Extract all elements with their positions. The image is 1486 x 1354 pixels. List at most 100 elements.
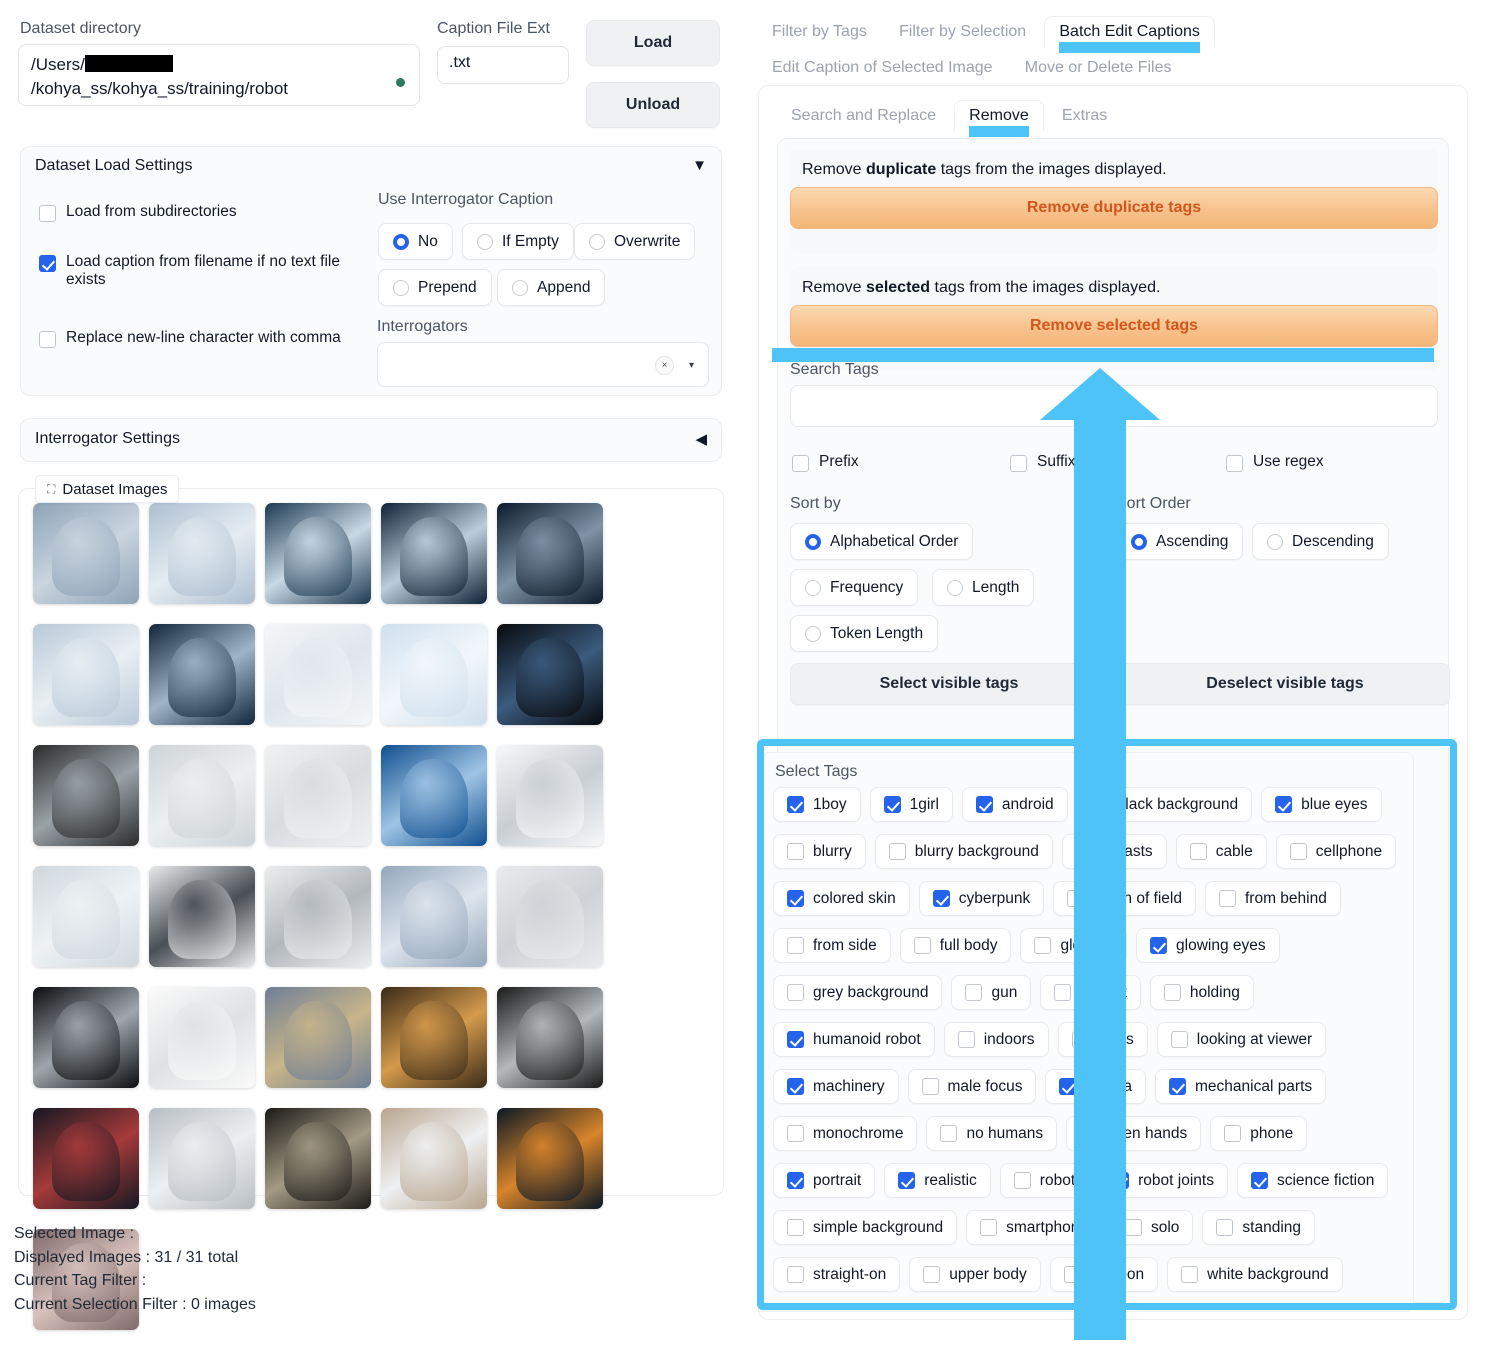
dataset-directory-input[interactable]: /Users//kohya_ss/kohya_ss/training/robot: [18, 44, 420, 106]
thumbnail-robot-thinking-pose[interactable]: [33, 624, 139, 725]
tag-checkbox-depth-of-field[interactable]: depth of field: [1053, 881, 1196, 916]
tag-checkbox-android[interactable]: android: [962, 787, 1068, 822]
thumbnail-robot-head-profile-hud[interactable]: [381, 503, 487, 604]
thumbnail-robot-medusa-wires[interactable]: [33, 987, 139, 1088]
tab-filter-by-tags[interactable]: Filter by Tags: [758, 17, 881, 47]
thumbnail-robot-white-arm-out[interactable]: [149, 987, 255, 1088]
tag-checkbox-male-focus[interactable]: male focus: [908, 1069, 1037, 1104]
radio-token-length[interactable]: Token Length: [790, 615, 938, 652]
tag-checkbox-cyberpunk[interactable]: cyberpunk: [919, 881, 1045, 916]
thumbnail-robot-blue-dark[interactable]: [497, 624, 603, 725]
interrogators-select[interactable]: × ▾: [377, 342, 709, 387]
chevron-down-icon[interactable]: ▼: [692, 157, 707, 174]
tag-checkbox-weapon[interactable]: weapon: [1050, 1257, 1158, 1292]
tab-search-and-replace[interactable]: Search and Replace: [777, 101, 950, 131]
checkbox-load-from-subdirectories[interactable]: Load from subdirectories: [39, 203, 379, 222]
checkbox-suffix[interactable]: Suffix: [1010, 453, 1076, 472]
radio-overwrite[interactable]: Overwrite: [574, 223, 695, 260]
close-icon[interactable]: ×: [655, 356, 674, 375]
thumbnail-small-white-robot[interactable]: [265, 624, 371, 725]
thumbnail-mecha-street-gold[interactable]: [265, 987, 371, 1088]
tag-checkbox-no-humans[interactable]: no humans: [926, 1116, 1057, 1151]
thumbnail-robot-bald-head-wires[interactable]: [265, 866, 371, 967]
tab-extras[interactable]: Extras: [1048, 101, 1121, 131]
tag-checkbox-science-fiction[interactable]: science fiction: [1237, 1163, 1388, 1198]
thumbnail-robots-walking-white[interactable]: [265, 745, 371, 846]
tag-checkbox-colored-skin[interactable]: colored skin: [773, 881, 910, 916]
checkbox-replace-newline-with-comma[interactable]: Replace new-line character with comma: [39, 329, 379, 348]
interrogator-settings-panel[interactable]: Interrogator Settings ◀: [20, 418, 722, 462]
thumbnail-robot-full-body-standing[interactable]: [497, 745, 603, 846]
radio-no[interactable]: No: [378, 223, 453, 260]
tag-checkbox-from-behind[interactable]: from behind: [1205, 881, 1341, 916]
caption-file-ext-input[interactable]: .txt: [437, 46, 569, 84]
tag-checkbox-cellphone[interactable]: cellphone: [1276, 834, 1396, 869]
radio-length[interactable]: Length: [932, 569, 1034, 606]
tag-checkbox-robot[interactable]: robot: [1000, 1163, 1089, 1198]
tag-checkbox-blue-eyes[interactable]: blue eyes: [1261, 787, 1381, 822]
chevron-down-icon[interactable]: ▾: [689, 360, 694, 371]
radio-if-empty[interactable]: If Empty: [462, 223, 574, 260]
remove-duplicate-tags-button[interactable]: Remove duplicate tags: [790, 187, 1438, 229]
tag-checkbox-full-body[interactable]: full body: [900, 928, 1012, 963]
tag-checkbox-from-side[interactable]: from side: [773, 928, 891, 963]
thumbnail-robot-office-window[interactable]: [149, 503, 255, 604]
tab-edit-caption-of-selected-image[interactable]: Edit Caption of Selected Image: [758, 53, 1007, 83]
thumbnail-robot-head-closeup-blue[interactable]: [381, 866, 487, 967]
thumbnail-robot-neck-wires[interactable]: [149, 866, 255, 967]
tag-checkbox-standing[interactable]: standing: [1202, 1210, 1315, 1245]
tag-checkbox-breasts[interactable]: breasts: [1062, 834, 1167, 869]
search-tags-input[interactable]: [790, 385, 1438, 427]
radio-descending[interactable]: Descending: [1252, 523, 1389, 560]
thumbnail-robot-skeleton-legs[interactable]: [497, 866, 603, 967]
tag-checkbox-grey-background[interactable]: grey background: [773, 975, 942, 1010]
tag-checkbox-glowing-eyes[interactable]: glowing eyes: [1136, 928, 1280, 963]
tag-checkbox-portrait[interactable]: portrait: [773, 1163, 875, 1198]
tab-batch-edit-captions[interactable]: Batch Edit Captions: [1044, 16, 1215, 47]
remove-selected-tags-button[interactable]: Remove selected tags: [790, 305, 1438, 347]
tag-checkbox-indoors[interactable]: indoors: [944, 1022, 1049, 1057]
select-visible-tags-button[interactable]: Select visible tags: [790, 663, 1108, 705]
tag-checkbox-solo[interactable]: solo: [1111, 1210, 1193, 1245]
tag-checkbox-holding[interactable]: holding: [1150, 975, 1254, 1010]
tag-checkbox-gun[interactable]: gun: [951, 975, 1031, 1010]
thumbnail-robot-grey-bust[interactable]: [497, 987, 603, 1088]
tag-checkbox-joints[interactable]: joints: [1058, 1022, 1148, 1057]
tag-checkbox-straight-on[interactable]: straight-on: [773, 1257, 900, 1292]
load-button[interactable]: Load: [586, 20, 720, 66]
tag-checkbox-glowing[interactable]: glowing: [1020, 928, 1127, 963]
tag-checkbox-upper-body[interactable]: upper body: [909, 1257, 1041, 1292]
tag-checkbox-mechanical-parts[interactable]: mechanical parts: [1155, 1069, 1326, 1104]
tag-checkbox-blurry-background[interactable]: blurry background: [875, 834, 1053, 869]
radio-frequency[interactable]: Frequency: [790, 569, 918, 606]
tab-filter-by-selection[interactable]: Filter by Selection: [885, 17, 1040, 47]
tag-checkbox-machinery[interactable]: machinery: [773, 1069, 899, 1104]
tag-checkbox-monochrome[interactable]: monochrome: [773, 1116, 917, 1151]
tag-checkbox-humanoid-robot[interactable]: humanoid robot: [773, 1022, 935, 1057]
thumbnail-robot-lab-interior[interactable]: [33, 866, 139, 967]
thumbnail-robot-salute-grey[interactable]: [33, 745, 139, 846]
thumbnail-robot-autumn-leaves[interactable]: [381, 987, 487, 1088]
thumbnail-robot-blue-glow-face[interactable]: [497, 1108, 603, 1209]
tag-checkbox-robot-joints[interactable]: robot joints: [1098, 1163, 1228, 1198]
tag-checkbox-smartphone[interactable]: smartphone: [966, 1210, 1102, 1245]
tag-checkbox-simple-background[interactable]: simple background: [773, 1210, 957, 1245]
tag-checkbox-cable[interactable]: cable: [1176, 834, 1267, 869]
tag-checkbox-blurry[interactable]: blurry: [773, 834, 866, 869]
radio-append[interactable]: Append: [497, 269, 605, 306]
thumbnail-robot-white-portrait[interactable]: [381, 624, 487, 725]
thumbnail-robot-cafe-tablet[interactable]: [381, 1108, 487, 1209]
tag-checkbox-1girl[interactable]: 1girl: [870, 787, 953, 822]
radio-prepend[interactable]: Prepend: [378, 269, 492, 306]
radio-ascending[interactable]: Ascending: [1116, 523, 1243, 560]
tag-checkbox-1boy[interactable]: 1boy: [773, 787, 861, 822]
tab-move-or-delete-files[interactable]: Move or Delete Files: [1011, 53, 1186, 83]
tag-checkbox-open-hands[interactable]: open hands: [1066, 1116, 1201, 1151]
thumbnail-robot-visor-sky[interactable]: [381, 745, 487, 846]
chevron-left-icon[interactable]: ◀: [695, 430, 707, 448]
checkbox-load-caption-from-filename[interactable]: Load caption from filename if no text fi…: [39, 253, 379, 289]
thumbnail-robot-holding-phone[interactable]: [149, 745, 255, 846]
tag-checkbox-looking-at-viewer[interactable]: looking at viewer: [1157, 1022, 1326, 1057]
checkbox-use-regex[interactable]: Use regex: [1226, 453, 1324, 472]
radio-alphabetical-order[interactable]: Alphabetical Order: [790, 523, 973, 560]
